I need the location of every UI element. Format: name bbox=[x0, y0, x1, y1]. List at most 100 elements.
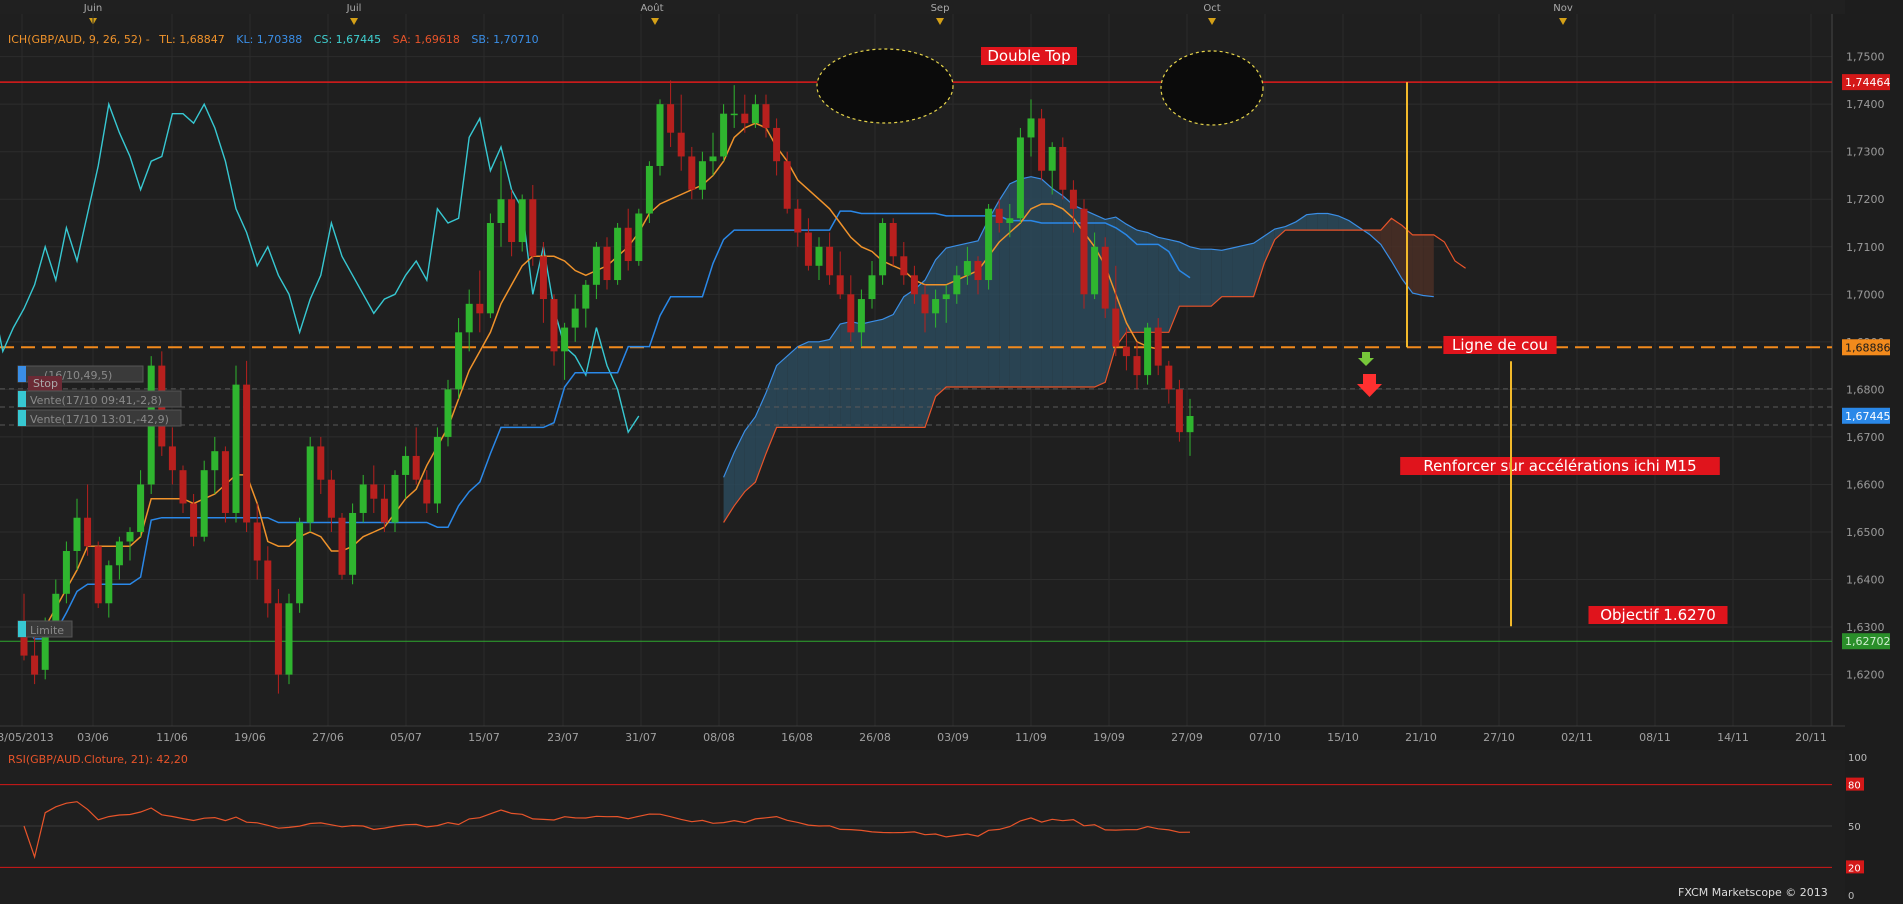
annotation-reinforce: Renforcer sur accélérations ichi M15 bbox=[1400, 457, 1720, 475]
candle-body bbox=[1165, 365, 1173, 390]
order-item[interactable]: Limite bbox=[17, 620, 73, 638]
candle-body bbox=[168, 446, 176, 471]
candle-body bbox=[751, 104, 759, 124]
month-label: Juil bbox=[346, 3, 362, 14]
price-tick-label: 1,6200 bbox=[1846, 669, 1885, 682]
candle-body bbox=[126, 531, 134, 542]
candle-body bbox=[444, 389, 452, 437]
rsi-title: RSI(GBP/AUD.Cloture, 21): 42,20 bbox=[8, 753, 188, 766]
date-tick-label: 08/11 bbox=[1639, 731, 1671, 744]
rsi-tick-label: 100 bbox=[1848, 753, 1867, 764]
candle-body bbox=[783, 161, 791, 209]
candle-body bbox=[1154, 327, 1162, 366]
order-item[interactable]: Vente(17/10 13:01,-42,9) bbox=[17, 409, 182, 427]
candle-body bbox=[402, 455, 410, 475]
candle-body bbox=[179, 470, 187, 504]
date-tick-label: 03/09 bbox=[937, 731, 969, 744]
date-tick-label: 14/11 bbox=[1717, 731, 1749, 744]
cloud-segment bbox=[808, 341, 819, 428]
candle-body bbox=[1133, 356, 1141, 376]
date-tick-label: 23/05/2013 bbox=[0, 731, 54, 744]
candle-body bbox=[773, 127, 781, 162]
candle-body bbox=[645, 165, 653, 214]
order-item-swatch bbox=[18, 621, 26, 637]
date-tick-label: 19/09 bbox=[1093, 731, 1125, 744]
candle-body bbox=[476, 303, 484, 314]
candle-body bbox=[327, 479, 335, 518]
price-tick-label: 1,7400 bbox=[1846, 98, 1885, 111]
candle-body bbox=[550, 299, 558, 352]
price-tick-label: 1,6800 bbox=[1846, 383, 1885, 396]
candle-body bbox=[1122, 346, 1130, 357]
candle-body bbox=[359, 484, 367, 513]
date-tick-label: 26/08 bbox=[859, 731, 891, 744]
candle-body bbox=[1091, 246, 1099, 295]
candle-body bbox=[296, 522, 304, 604]
candle-body bbox=[253, 522, 261, 561]
candle-body bbox=[529, 199, 537, 257]
cloud-segment bbox=[872, 319, 883, 428]
candle-body bbox=[1080, 208, 1088, 295]
candle-body bbox=[910, 275, 918, 295]
candle-body bbox=[720, 113, 728, 157]
candle-body bbox=[221, 451, 229, 513]
price-tick-label: 1,6400 bbox=[1846, 574, 1885, 587]
cloud-segment bbox=[1062, 195, 1074, 388]
date-tick-label: 08/08 bbox=[703, 731, 735, 744]
candle-body bbox=[614, 227, 622, 281]
chart-root: Juin Juil Août Sep Oct Nov Double Top Ligne de… bbox=[0, 0, 1903, 902]
candle-body bbox=[635, 213, 643, 262]
candle-body bbox=[137, 484, 145, 532]
candle-body bbox=[1038, 118, 1046, 171]
cloud-segment bbox=[1200, 249, 1212, 307]
price-axis-bg bbox=[1833, 14, 1903, 726]
month-label: Nov bbox=[1553, 3, 1573, 14]
candle-body bbox=[306, 446, 314, 523]
date-tick-label: 16/08 bbox=[781, 731, 813, 744]
cloud-segment bbox=[840, 321, 851, 428]
cloud-segment bbox=[1041, 179, 1053, 388]
candle-body bbox=[539, 256, 547, 300]
candle-body bbox=[730, 113, 738, 116]
date-tick-label: 15/10 bbox=[1327, 731, 1359, 744]
candle-body bbox=[847, 294, 855, 333]
candle-body bbox=[857, 299, 865, 333]
legend-line: ICH(GBP/AUD, 9, 26, 52) - TL: 1,68847 KL… bbox=[8, 33, 539, 46]
price-tick-label: 1,7500 bbox=[1846, 51, 1885, 64]
candle-body bbox=[62, 551, 70, 594]
legend-tl: TL: 1,68847 bbox=[158, 33, 225, 46]
annotation-double-top-text: Double Top bbox=[987, 47, 1070, 65]
candle-body bbox=[985, 208, 993, 281]
candle-body bbox=[963, 261, 971, 276]
candle-body bbox=[486, 223, 494, 314]
legend-sb: SB: 1,70710 bbox=[471, 33, 538, 46]
candle-body bbox=[582, 284, 590, 309]
candle-body bbox=[942, 294, 950, 300]
candle-body bbox=[762, 104, 770, 128]
candle-body bbox=[900, 256, 908, 276]
target-price-tag: 1,62702 bbox=[1845, 635, 1891, 648]
price-axis: 1,75001,74001,73001,72001,71001,70001,69… bbox=[1833, 14, 1903, 726]
date-tick-label: 11/06 bbox=[156, 731, 188, 744]
candle-body bbox=[1069, 189, 1077, 209]
cloud-segment bbox=[1232, 245, 1243, 297]
candle-body bbox=[868, 275, 876, 300]
candle-body bbox=[465, 303, 473, 333]
cloud-segment bbox=[1317, 213, 1328, 231]
price-tick-label: 1,6700 bbox=[1846, 431, 1885, 444]
price-tick-label: 1,7200 bbox=[1846, 193, 1885, 206]
order-item[interactable]: Vente(17/10 09:41,-2,8) bbox=[17, 390, 182, 408]
order-item-swatch bbox=[18, 391, 26, 407]
rsi-tick-label: 80 bbox=[1848, 781, 1861, 792]
order-tag: Stop bbox=[33, 377, 58, 390]
month-label: Sep bbox=[931, 3, 950, 14]
cloud-segment bbox=[935, 247, 947, 397]
candle-body bbox=[974, 261, 982, 281]
cloud-segment bbox=[829, 324, 841, 428]
month-label: Oct bbox=[1203, 3, 1220, 14]
candle-body bbox=[285, 603, 293, 675]
candle-body bbox=[677, 132, 685, 157]
legend-sa: SA: 1,69618 bbox=[393, 33, 460, 46]
cloud-segment bbox=[882, 314, 894, 428]
price-tick-label: 1,7100 bbox=[1846, 241, 1885, 254]
